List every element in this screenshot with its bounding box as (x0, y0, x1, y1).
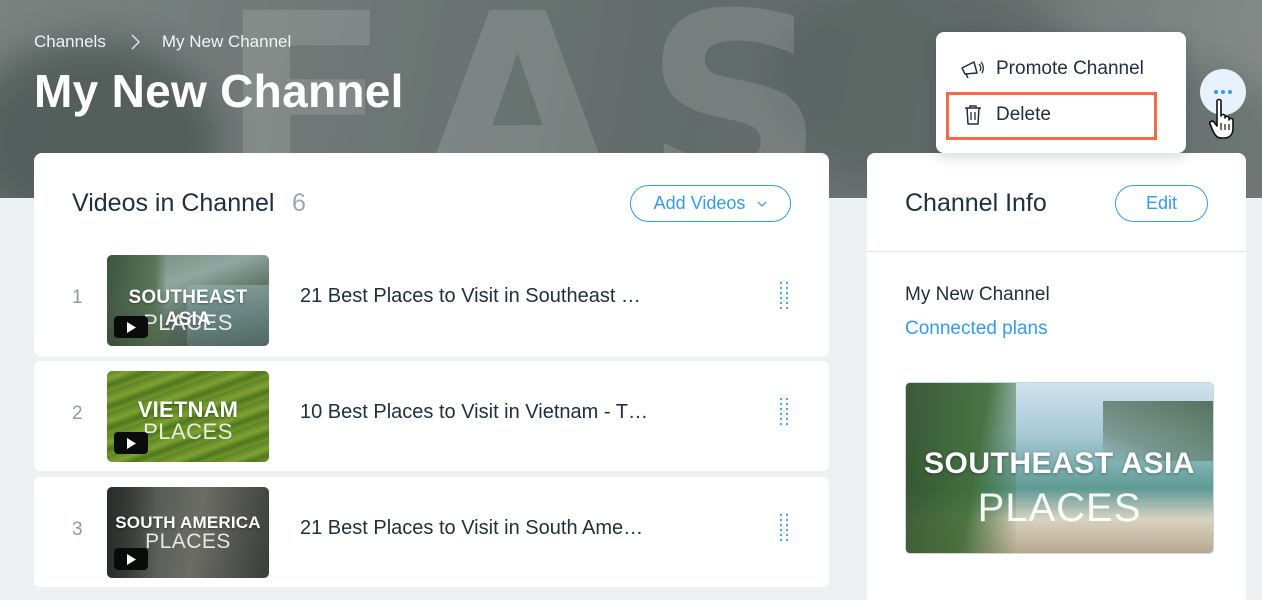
menu-item-delete[interactable]: Delete (960, 104, 1051, 126)
video-thumbnail[interactable]: SOUTHEAST ASIA PLACES (107, 255, 269, 346)
divider (867, 251, 1246, 252)
breadcrumb-current: My New Channel (161, 32, 292, 51)
more-dots-icon (1214, 90, 1232, 94)
chevron-right-icon (131, 34, 140, 50)
cover-title: SOUTHEAST ASIA (924, 447, 1195, 480)
video-index: 2 (72, 403, 83, 424)
channel-cover-image: SOUTHEAST ASIA PLACES (905, 382, 1214, 554)
channel-info-panel: Channel Info Edit My New Channel Connect… (867, 153, 1246, 600)
videos-count: 6 (292, 189, 306, 217)
trash-icon (960, 104, 986, 126)
video-row[interactable]: 2 VIETNAM PLACES 10 Best Places to Visit… (34, 361, 829, 471)
channel-name: My New Channel (905, 284, 1050, 305)
menu-item-label: Delete (996, 104, 1051, 125)
video-title[interactable]: 21 Best Places to Visit in South Ame… (300, 517, 643, 540)
add-videos-button[interactable]: Add Videos (630, 185, 791, 222)
channel-info-title: Channel Info (905, 189, 1047, 217)
add-videos-label: Add Videos (653, 193, 746, 213)
page-title: My New Channel (34, 65, 404, 117)
video-index: 3 (72, 519, 83, 540)
chevron-down-icon (757, 201, 767, 207)
video-title[interactable]: 21 Best Places to Visit in Southeast … (300, 285, 641, 308)
megaphone-icon (960, 58, 986, 80)
play-icon (114, 316, 148, 338)
connected-plans-link[interactable]: Connected plans (905, 318, 1048, 340)
menu-item-promote-channel[interactable]: Promote Channel (960, 58, 1144, 80)
play-icon (114, 548, 148, 570)
video-row[interactable]: 1 SOUTHEAST ASIA PLACES 21 Best Places t… (34, 245, 829, 355)
drag-handle-icon[interactable] (779, 397, 789, 427)
play-icon (114, 432, 148, 454)
hand-cursor-icon (1209, 98, 1234, 139)
video-row[interactable]: 3 SOUTH AMERICA PLACES 21 Best Places to… (34, 477, 829, 587)
more-actions-menu: Promote Channel Delete (936, 32, 1186, 153)
videos-panel-title: Videos in Channel (72, 189, 275, 217)
breadcrumb: Channels My New Channel (34, 32, 291, 52)
menu-item-label: Promote Channel (996, 58, 1144, 79)
video-thumbnail[interactable]: SOUTH AMERICA PLACES (107, 487, 269, 578)
video-title[interactable]: 10 Best Places to Visit in Vietnam - T… (300, 401, 648, 424)
drag-handle-icon[interactable] (779, 281, 789, 311)
video-index: 1 (72, 287, 83, 308)
cover-subtitle: PLACES (977, 486, 1142, 530)
breadcrumb-channels-link[interactable]: Channels (34, 32, 106, 52)
video-thumbnail[interactable]: VIETNAM PLACES (107, 371, 269, 462)
edit-button[interactable]: Edit (1115, 185, 1208, 222)
drag-handle-icon[interactable] (779, 513, 789, 543)
